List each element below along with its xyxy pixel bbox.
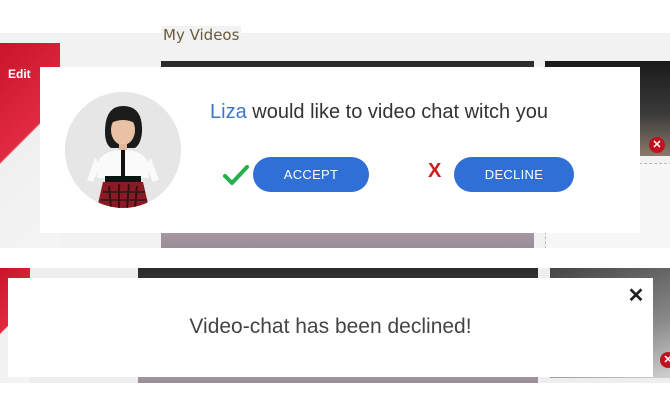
checkmark-icon xyxy=(223,165,249,185)
notification-message: Video-chat has been declined! xyxy=(189,315,472,338)
person-avatar-icon xyxy=(65,92,181,208)
remove-video-icon[interactable]: ✕ xyxy=(649,137,665,153)
x-mark-icon: X xyxy=(428,160,442,182)
invite-message: Liza would like to video chat witch you xyxy=(210,101,548,124)
remove-video-icon[interactable]: ✕ xyxy=(660,352,670,368)
accept-button[interactable]: ACCEPT xyxy=(253,157,369,192)
caller-avatar xyxy=(65,92,181,208)
edit-link[interactable]: Edit xyxy=(8,67,31,81)
section-title: My Videos xyxy=(161,26,242,44)
caller-name[interactable]: Liza xyxy=(210,101,247,123)
chat-declined-notification: ✕ Video-chat has been declined! xyxy=(8,278,653,377)
decline-button[interactable]: DECLINE xyxy=(454,157,574,192)
invite-message-text: would like to video chat witch you xyxy=(252,101,548,123)
close-icon[interactable]: ✕ xyxy=(627,286,645,306)
video-chat-invite-dialog: Liza would like to video chat witch you … xyxy=(40,67,640,233)
